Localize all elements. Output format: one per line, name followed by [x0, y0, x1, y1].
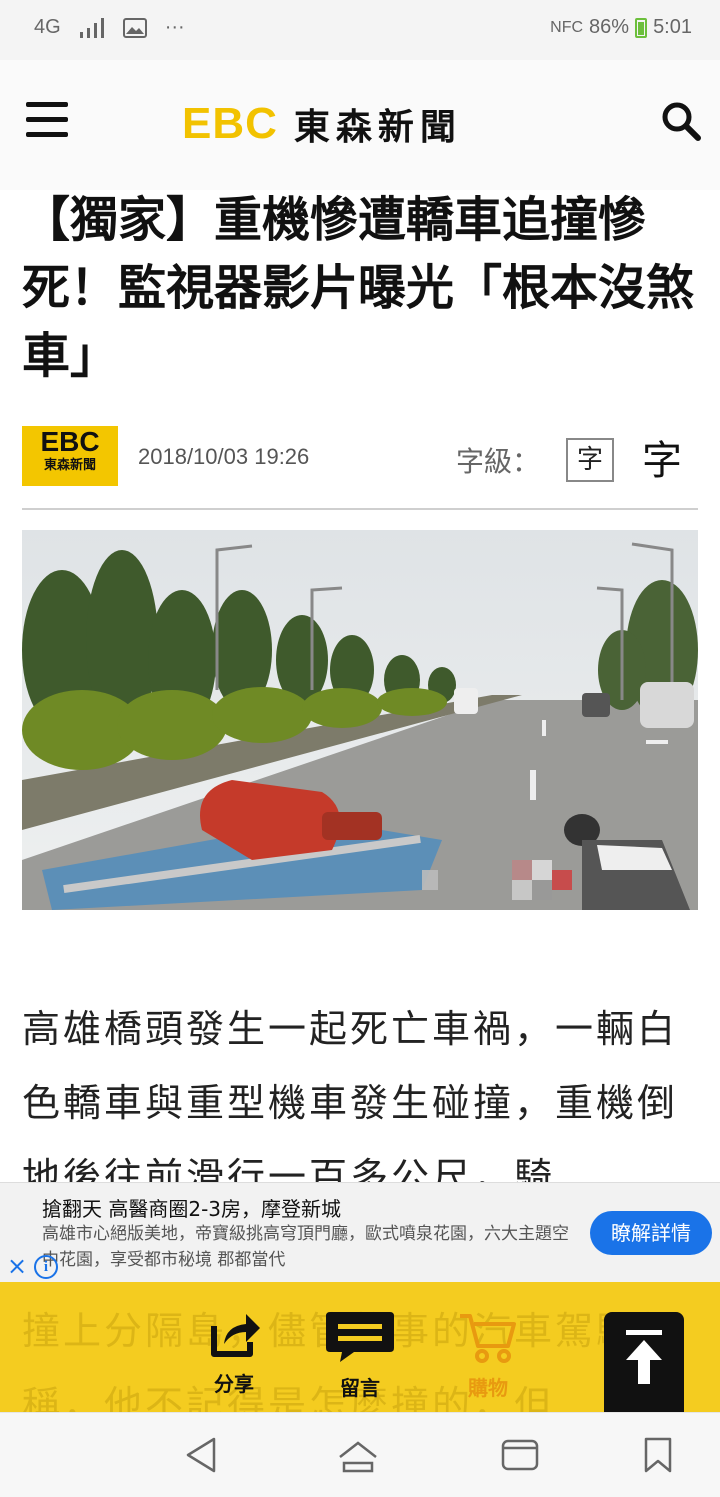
back-icon[interactable]	[182, 1435, 222, 1475]
article-body: 高雄橋頭發生一起死亡車禍，一輛白色轎車與重型機車發生碰撞，重機倒地後往前滑行一百…	[22, 1007, 679, 1199]
share-button[interactable]: 分享	[184, 1310, 284, 1397]
more-notifications: ···	[164, 16, 185, 38]
ebc-logo[interactable]: EBC 東森新聞	[182, 98, 462, 150]
bookmark-icon[interactable]	[638, 1435, 678, 1475]
hamburger-menu-icon[interactable]	[26, 102, 68, 138]
battery-percent: 86%	[589, 16, 630, 38]
article-photo[interactable]	[22, 530, 698, 910]
ad-description: 高雄市心絕版美地，帝寶級挑高穹頂門廳，歐式噴泉花園，六大主題空中花園，享受都市秘…	[42, 1224, 569, 1270]
nfc-indicator: NFC	[550, 18, 584, 36]
comment-button[interactable]: 留言	[310, 1310, 410, 1401]
share-icon	[211, 1314, 260, 1357]
battery-icon	[635, 17, 648, 38]
article-meta: EBC 東森新聞 2018/10/03 19:26 字級： 字 字	[22, 424, 698, 488]
home-icon[interactable]	[338, 1435, 378, 1475]
shop-button[interactable]: 購物	[438, 1310, 538, 1401]
ad-info-icon[interactable]: i	[34, 1255, 58, 1279]
search-icon[interactable]	[660, 100, 702, 142]
comment-icon	[326, 1312, 394, 1362]
bottom-action-bar: 撞上分隔島，儘管肇事的汽車駕駛聲稱，他不記得是怎麼撞的，但 分享 留言 購物	[0, 1282, 720, 1412]
article-headline: 【獨家】重機慘遭轎車追撞慘死！監視器影片曝光「根本沒煞車」	[22, 192, 695, 384]
back-to-top-button[interactable]	[604, 1312, 684, 1412]
publish-date: 2018/10/03 19:26	[138, 444, 310, 469]
app-header: EBC 東森新聞	[0, 60, 720, 190]
cart-icon	[460, 1314, 516, 1363]
recent-apps-icon[interactable]	[500, 1435, 540, 1475]
gallery-icon	[122, 17, 147, 38]
font-small-button[interactable]: 字	[566, 438, 614, 482]
ad-banner[interactable]: 搶翻天 高醫商圈2-3房，摩登新城 高雄市心絕版美地，帝寶級挑高穹頂門廳，歐式噴…	[0, 1182, 720, 1282]
clock: 5:01	[653, 16, 692, 38]
divider	[22, 508, 698, 510]
font-large-button[interactable]: 字	[642, 428, 682, 486]
arrow-up-icon	[626, 1330, 662, 1384]
font-size-label: 字級：	[456, 445, 541, 478]
system-navigation-bar	[0, 1412, 720, 1497]
ad-cta-button[interactable]: 瞭解詳情	[590, 1211, 712, 1255]
source-logo: EBC 東森新聞	[22, 426, 118, 486]
network-indicator: 4G	[34, 16, 61, 38]
ad-title: 搶翻天 高醫商圈2-3房，摩登新城	[42, 1197, 342, 1221]
logo-text: 東森新聞	[293, 107, 462, 148]
ad-close-icon[interactable]: ×	[4, 1253, 30, 1279]
status-bar: 4G ··· NFC 86% 5:01	[0, 0, 720, 60]
signal-icon	[79, 17, 104, 38]
logo-mark: EBC	[182, 99, 278, 148]
